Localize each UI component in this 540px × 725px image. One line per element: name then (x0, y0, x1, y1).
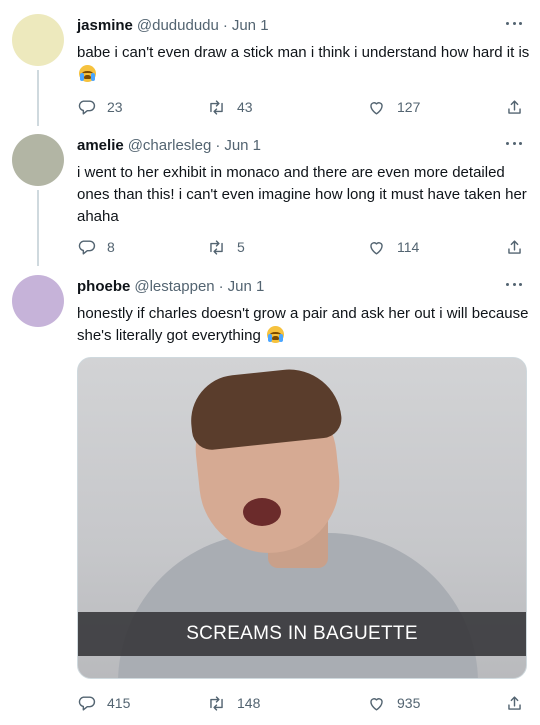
avatar[interactable] (12, 275, 64, 327)
retweet-count: 5 (237, 239, 245, 255)
crying-emoji-icon (266, 326, 284, 343)
share-icon (508, 99, 521, 114)
retweet-button[interactable]: 43 (207, 96, 253, 118)
share-button[interactable] (505, 96, 524, 118)
media-caption: SCREAMS IN BAGUETTE (186, 623, 418, 644)
retweet-count: 148 (237, 695, 261, 711)
tweet-text-content: babe i can't even draw a stick man i thi… (77, 44, 530, 61)
like-icon (370, 241, 383, 255)
share-button[interactable] (505, 236, 524, 258)
more-icon[interactable] (506, 136, 522, 150)
retweet-button[interactable]: 5 (207, 236, 245, 258)
display-name[interactable]: phoebe (77, 278, 130, 295)
like-count: 127 (397, 99, 421, 115)
avatar[interactable] (12, 134, 64, 186)
more-icon[interactable] (506, 277, 522, 291)
user-handle[interactable]: @lestappen (134, 278, 214, 295)
separator: · (222, 16, 228, 34)
reply-count: 415 (107, 695, 131, 711)
like-count: 114 (397, 239, 420, 255)
tweet-header: amelie @charlesleg · Jun 1 (77, 134, 261, 156)
more-icon[interactable] (506, 16, 522, 30)
action-bar: 8 5 114 (77, 236, 527, 258)
share-icon (508, 695, 521, 710)
separator: · (218, 277, 224, 295)
tweet-header: phoebe @lestappen · Jun 1 (77, 275, 264, 297)
reply-button[interactable]: 8 (77, 236, 115, 258)
tweet[interactable]: amelie @charlesleg · Jun 1 i went to her… (0, 134, 540, 264)
retweet-count: 43 (237, 99, 253, 115)
media-person-mouth (243, 498, 281, 526)
share-button[interactable] (505, 692, 524, 714)
tweet-date[interactable]: Jun 1 (232, 17, 269, 34)
retweet-icon (210, 239, 223, 255)
tweet-text-content: honestly if charles doesn't grow a pair … (77, 305, 529, 344)
avatar[interactable] (12, 14, 64, 66)
reply-icon (78, 695, 96, 711)
tweet-header: jasmine @dudududu · Jun 1 (77, 14, 269, 36)
crying-emoji-icon (79, 65, 96, 82)
like-icon (370, 697, 383, 711)
tweet-text-content: i went to her exhibit in monaco and ther… (77, 164, 527, 225)
reply-count: 23 (107, 99, 123, 115)
tweet[interactable]: jasmine @dudududu · Jun 1 babe i can't e… (0, 14, 540, 124)
like-button[interactable]: 127 (367, 96, 420, 118)
display-name[interactable]: jasmine (77, 17, 133, 34)
tweet-text: i went to her exhibit in monaco and ther… (77, 162, 532, 228)
retweet-icon (210, 695, 223, 711)
like-button[interactable]: 935 (367, 692, 420, 714)
separator: · (215, 136, 221, 154)
reply-icon (78, 99, 96, 115)
retweet-button[interactable]: 148 (207, 692, 260, 714)
like-icon (370, 101, 383, 115)
reply-icon (78, 239, 96, 255)
reply-count: 8 (107, 239, 115, 255)
tweet-text: honestly if charles doesn't grow a pair … (77, 303, 532, 347)
media-caption-bar: SCREAMS IN BAGUETTE (78, 612, 526, 656)
tweet-media-gif[interactable]: SCREAMS IN BAGUETTE (77, 357, 527, 679)
tweet-date[interactable]: Jun 1 (224, 137, 261, 154)
like-count: 935 (397, 695, 421, 711)
user-handle[interactable]: @charlesleg (128, 137, 212, 154)
tweet-text: babe i can't even draw a stick man i thi… (77, 42, 532, 86)
reply-button[interactable]: 23 (77, 96, 123, 118)
action-bar: 415 148 935 (77, 692, 527, 714)
tweet-date[interactable]: Jun 1 (228, 278, 265, 295)
retweet-icon (210, 99, 223, 115)
like-button[interactable]: 114 (367, 236, 419, 258)
share-icon (508, 239, 521, 254)
reply-button[interactable]: 415 (77, 692, 130, 714)
action-bar: 23 43 127 (77, 96, 527, 118)
display-name[interactable]: amelie (77, 137, 124, 154)
user-handle[interactable]: @dudududu (137, 17, 219, 34)
